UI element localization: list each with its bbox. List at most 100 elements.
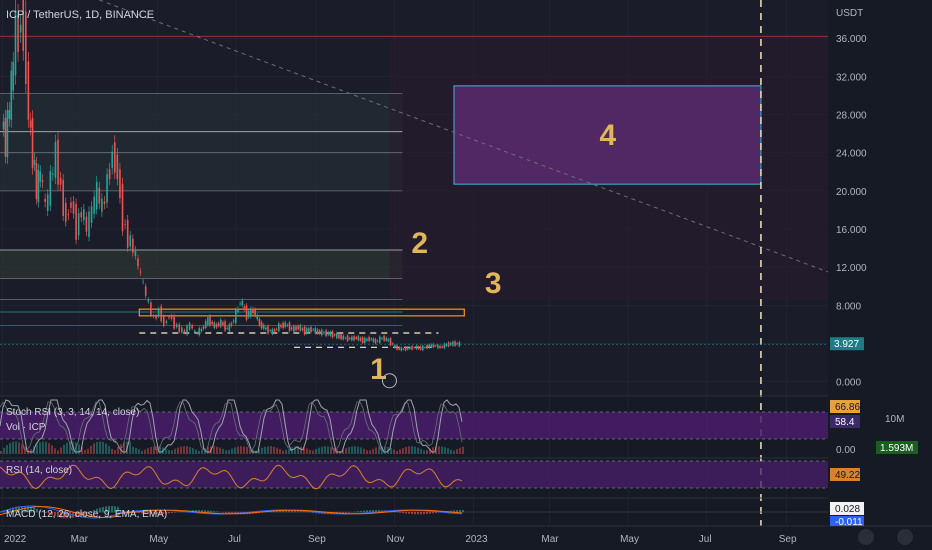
macd-hist-bar (363, 510, 365, 513)
candle-body (419, 346, 422, 350)
price-tick-3: 24.000 (836, 149, 867, 160)
candle-body (80, 212, 83, 218)
candle-body (351, 336, 353, 341)
candle-body (260, 322, 263, 329)
zone-label-1: 1 (370, 353, 387, 386)
macd-hist-bar (213, 511, 215, 513)
candle-body (441, 346, 443, 348)
candle-body (293, 326, 295, 332)
candle-body (215, 324, 218, 328)
symbol-title[interactable]: ICP / TetherUS, 1D, BINANCE (6, 9, 154, 21)
candle-body (222, 322, 224, 326)
volume-bar (222, 448, 224, 454)
candle-body (348, 338, 351, 340)
volume-bar (111, 448, 113, 454)
volume-bar (411, 446, 413, 454)
candle-body (22, 0, 25, 51)
macd-label[interactable]: MACD (12, 26, close, 9, EMA, EMA) (6, 509, 167, 520)
time-tick-1: Mar (71, 534, 89, 545)
candle-body (449, 342, 452, 346)
candle-body (93, 196, 95, 214)
macd-hist-bar (366, 510, 368, 513)
volume-bar (357, 446, 359, 454)
candle-body (265, 327, 267, 330)
settings-button[interactable] (897, 529, 913, 545)
volume-bar (153, 446, 155, 454)
candle-body (305, 328, 308, 334)
volume-label[interactable]: Vol · ICP (6, 422, 46, 433)
price-tick-1: 32.000 (836, 72, 867, 83)
time-tick-4: Sep (308, 534, 326, 545)
macd-hist-bar (210, 510, 212, 513)
candle-body (355, 337, 357, 339)
chart-canvas[interactable]: 1234 36.00032.00028.00024.00020.00016.00… (0, 0, 932, 550)
candle-body (374, 338, 377, 344)
candle-body (213, 322, 216, 328)
candle-body (245, 305, 248, 320)
volume-bar (345, 448, 347, 454)
volume-bar (66, 442, 68, 454)
candle-body (338, 334, 340, 339)
volume-bar (225, 450, 227, 454)
candle-body (422, 345, 424, 351)
time-tick-8: May (620, 534, 639, 545)
volume-bar (318, 447, 320, 454)
rsi-pane[interactable] (0, 460, 828, 490)
candle-body (439, 345, 441, 349)
candle-body (230, 323, 233, 326)
candle-body (303, 326, 306, 335)
candle-body (211, 321, 213, 325)
candle-body (19, 24, 22, 33)
macd-hist-bar (174, 512, 176, 513)
price-tick-6: 12.000 (836, 263, 867, 274)
volume-bar (90, 445, 92, 454)
candle-body (342, 335, 345, 340)
volume-bar (438, 446, 440, 454)
volume-bar (285, 449, 287, 454)
macd-hist-bar (354, 511, 356, 513)
volume-bar (288, 448, 290, 454)
volume-bar (315, 448, 317, 454)
macd-signal-value: -0.011 (835, 517, 863, 528)
rsi-band (0, 461, 828, 488)
rsi-label[interactable]: RSI (14, close) (6, 465, 72, 476)
candle-body (277, 323, 280, 332)
candle-body (108, 169, 111, 179)
candle-body (29, 120, 32, 128)
time-tick-7: Mar (541, 534, 559, 545)
macd-hist-bar (459, 510, 461, 513)
candle-body (366, 338, 368, 341)
candle-body (24, 11, 27, 85)
macd-hist-bar (432, 512, 434, 514)
volume-bar (180, 446, 182, 454)
volume-bar (78, 444, 80, 454)
candle-body (318, 330, 321, 334)
candle-body (198, 328, 201, 336)
candle-body (329, 331, 332, 336)
zone-label-4: 4 (599, 119, 616, 152)
candle-body (95, 181, 98, 210)
candle-body (10, 70, 13, 121)
candle-body (85, 216, 88, 232)
macd-hist-bar (225, 512, 227, 514)
candle-body (402, 348, 405, 350)
volume-bar (324, 446, 326, 454)
candle-body (239, 303, 241, 305)
stoch-rsi-label[interactable]: Stoch RSI (3, 3, 14, 14, close) (6, 407, 139, 418)
volume-bar (216, 446, 218, 454)
time-tick-6: 2023 (465, 534, 488, 545)
macd-hist-bar (414, 512, 416, 515)
candle-body (39, 171, 42, 182)
macd-hist-bar (357, 511, 359, 513)
candle-body (454, 341, 456, 346)
candle-body (327, 332, 330, 335)
volume-bar (24, 446, 26, 454)
candle-body (301, 328, 304, 331)
volume-bar (441, 446, 443, 454)
candle-body (183, 330, 186, 333)
candle-body (385, 337, 388, 341)
macd-hist-bar (216, 511, 218, 513)
candle-body (323, 332, 325, 334)
volume-bar (432, 447, 434, 454)
timezone-button[interactable] (858, 529, 874, 545)
